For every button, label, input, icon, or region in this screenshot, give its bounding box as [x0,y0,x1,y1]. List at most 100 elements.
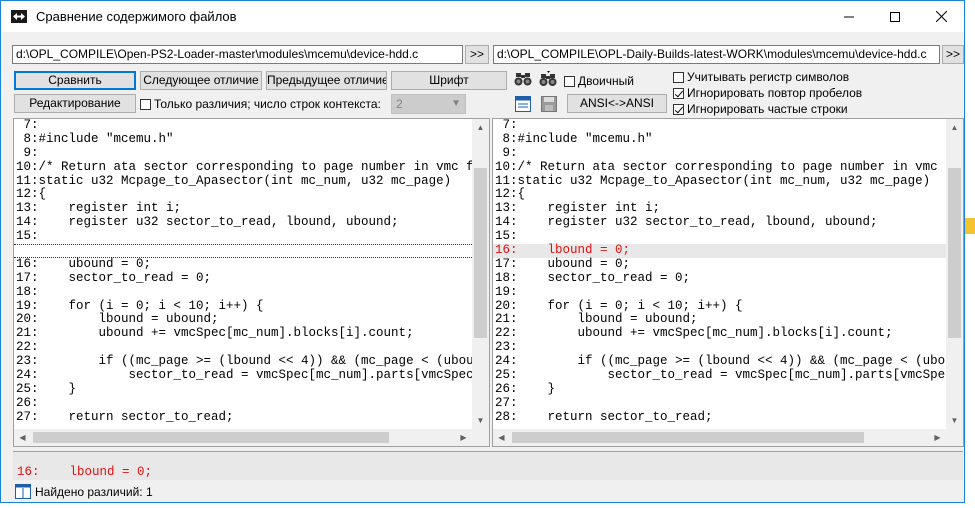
close-button[interactable] [918,1,964,32]
code-line[interactable]: 21: lbound = ubound; [493,313,946,327]
maximize-button[interactable] [872,1,918,32]
case-checkbox[interactable]: Учитывать регистр символов [673,70,849,84]
binary-checkbox-box[interactable] [564,75,575,87]
code-line[interactable]: 18: sector_to_read = 0; [493,271,946,286]
code-line[interactable]: 18: [14,285,472,300]
code-line[interactable]: 10:/* Return ata sector corresponding to… [493,160,946,175]
diff-code-line[interactable]: 16: lbound = 0; [493,243,946,258]
code-line[interactable]: 17: sector_to_read = 0; [14,271,472,286]
save-button[interactable] [539,94,559,114]
code-line[interactable]: 8:#include "mcemu.h" [14,132,472,147]
status-bar: Найдено различий: 1 [13,482,963,502]
scroll-up-icon[interactable]: ▲ [946,119,963,136]
window-layout-icon [515,96,531,112]
left-path-field[interactable]: d:\OPL_COMPILE\Open-PS2-Loader-master\mo… [12,45,463,64]
right-vscroll-thumb[interactable] [948,168,961,338]
spaces-checkbox[interactable]: Игнорировать повтор пробелов [673,86,862,100]
code-line[interactable]: 25: sector_to_read = vmcSpec[mc_num].par… [493,368,946,383]
code-line[interactable]: 7: [493,119,946,133]
code-line[interactable]: 26: } [493,382,946,397]
code-line[interactable]: 21: ubound += vmcSpec[mc_num].blocks[i].… [14,326,472,341]
left-hscroll-thumb[interactable] [33,432,389,443]
scroll-down-icon[interactable]: ▼ [946,412,963,429]
title-bar: Сравнение содержимого файлов [1,1,964,32]
code-line[interactable]: 24: if ((mc_page >= (lbound << 4)) && (m… [493,354,946,369]
context-lines-select[interactable]: 2 ▼ [391,94,466,114]
code-line[interactable]: 27: return sector_to_read; [14,410,472,425]
code-line[interactable]: 7: [14,119,472,133]
prev-diff-button[interactable]: Предыдущее отличие [266,71,387,90]
code-line[interactable]: 17: ubound = 0; [493,257,946,272]
code-line[interactable]: 13: register int i; [493,201,946,216]
code-line[interactable]: 23: [493,340,946,355]
left-horizontal-scrollbar[interactable]: ◀ ▶ [14,429,472,446]
find-button[interactable] [513,69,533,89]
code-line[interactable]: 26: [14,396,472,411]
right-vertical-scrollbar[interactable]: ▲ ▼ [946,119,963,429]
code-line[interactable]: 12:{ [493,188,946,202]
find-next-button[interactable] [538,69,558,89]
spaces-checkbox-box[interactable] [673,87,684,99]
font-button[interactable]: Шрифт [391,71,507,90]
only-diffs-checkbox-box[interactable] [140,98,151,110]
code-line[interactable]: 16: ubound = 0; [14,257,472,272]
code-line[interactable]: 20: for (i = 0; i < 10; i++) { [493,299,946,314]
case-checkbox-box[interactable] [673,71,684,83]
minimize-button[interactable] [826,1,872,32]
code-line[interactable]: 8:#include "mcemu.h" [493,132,946,147]
binary-checkbox[interactable]: Двоичный [564,74,634,88]
code-line[interactable]: 22: ubound += vmcSpec[mc_num].blocks[i].… [493,326,946,341]
code-line[interactable]: 12:{ [14,188,472,202]
compare-button[interactable]: Сравнить [14,71,136,90]
code-line[interactable]: 13: register int i; [14,201,472,216]
scroll-right-icon[interactable]: ▶ [455,429,472,446]
edit-button[interactable]: Редактирование [14,94,136,113]
right-browse-button[interactable]: >> [942,45,964,64]
code-line[interactable]: 14: register u32 sector_to_read, lbound,… [14,215,472,230]
left-scroll-corner [472,429,489,446]
next-diff-button[interactable]: Следующее отличие [140,71,262,90]
code-line[interactable]: 24: sector_to_read = vmcSpec[mc_num].par… [14,368,472,383]
code-line[interactable]: 15: [493,229,946,244]
left-browse-button[interactable]: >> [465,45,489,64]
scroll-up-icon[interactable]: ▲ [472,119,489,136]
scroll-down-icon[interactable]: ▼ [472,412,489,429]
code-line[interactable]: 27: [493,396,946,411]
code-line[interactable]: 19: for (i = 0; i < 10; i++) { [14,299,472,314]
left-code-view[interactable]: 7: 8:#include "mcemu.h" 9: 10:/* Return a… [14,119,472,429]
missing-line-placeholder[interactable] [14,244,472,258]
status-window-icon [15,484,31,499]
code-line[interactable]: 9: [493,146,946,161]
right-horizontal-scrollbar[interactable]: ◀ ▶ [493,429,946,446]
code-line[interactable]: 20: lbound = ubound; [14,313,472,327]
case-label: Учитывать регистр символов [687,70,850,84]
code-line[interactable]: 9: [14,146,472,161]
code-line[interactable]: 28: return sector_to_read; [493,410,946,425]
code-line[interactable]: 14: register u32 sector_to_read, lbound,… [493,215,946,230]
code-line[interactable]: 23: if ((mc_page >= (lbound << 4)) && (m… [14,354,472,369]
right-file-pane[interactable]: 7: 8:#include "mcemu.h" 9: 10:/* Return a… [492,118,964,447]
code-line[interactable]: 19: [493,285,946,300]
code-line[interactable]: 22: [14,340,472,355]
code-line[interactable]: 11:static u32 Mcpage_to_Apasector(int mc… [14,174,472,189]
right-code-view[interactable]: 7: 8:#include "mcemu.h" 9: 10:/* Return a… [493,119,946,429]
frequent-checkbox-box[interactable] [673,103,684,115]
left-vertical-scrollbar[interactable]: ▲ ▼ [472,119,489,429]
scroll-right-icon[interactable]: ▶ [929,429,946,446]
frequent-checkbox[interactable]: Игнорировать частые строки [673,102,848,116]
scroll-left-icon[interactable]: ◀ [493,429,510,446]
right-hscroll-thumb[interactable] [512,432,864,443]
context-lines-value: 2 [396,97,403,111]
only-diffs-checkbox[interactable]: Только различия; число строк контекста: [140,97,381,111]
encoding-button[interactable]: ANSI<->ANSI [567,94,667,113]
code-line[interactable]: 11:static u32 Mcpage_to_Apasector(int mc… [493,174,946,189]
left-file-pane[interactable]: 7: 8:#include "mcemu.h" 9: 10:/* Return a… [13,118,490,447]
right-path-field[interactable]: d:\OPL_COMPILE\OPL-Daily-Builds-latest-W… [493,45,940,64]
code-line[interactable]: 15: [14,229,472,244]
only-diffs-label: Только различия; число строк контекста: [154,97,381,111]
view-mode-button[interactable] [513,94,533,114]
code-line[interactable]: 10:/* Return ata sector corresponding to… [14,160,472,175]
code-line[interactable]: 25: } [14,382,472,397]
scroll-left-icon[interactable]: ◀ [14,429,31,446]
left-vscroll-thumb[interactable] [474,168,487,338]
